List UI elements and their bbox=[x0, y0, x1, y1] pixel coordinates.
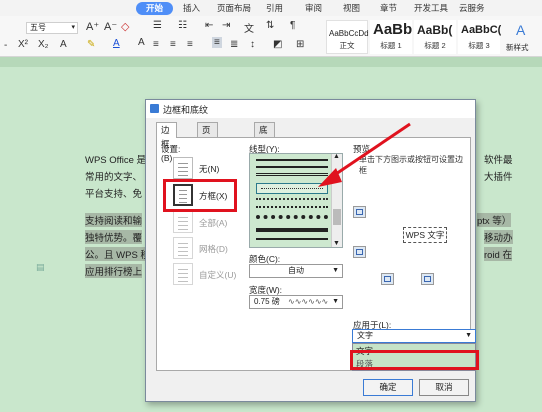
tab-borders[interactable]: 边框(B) bbox=[156, 122, 178, 163]
annotation-arrow bbox=[318, 122, 411, 187]
